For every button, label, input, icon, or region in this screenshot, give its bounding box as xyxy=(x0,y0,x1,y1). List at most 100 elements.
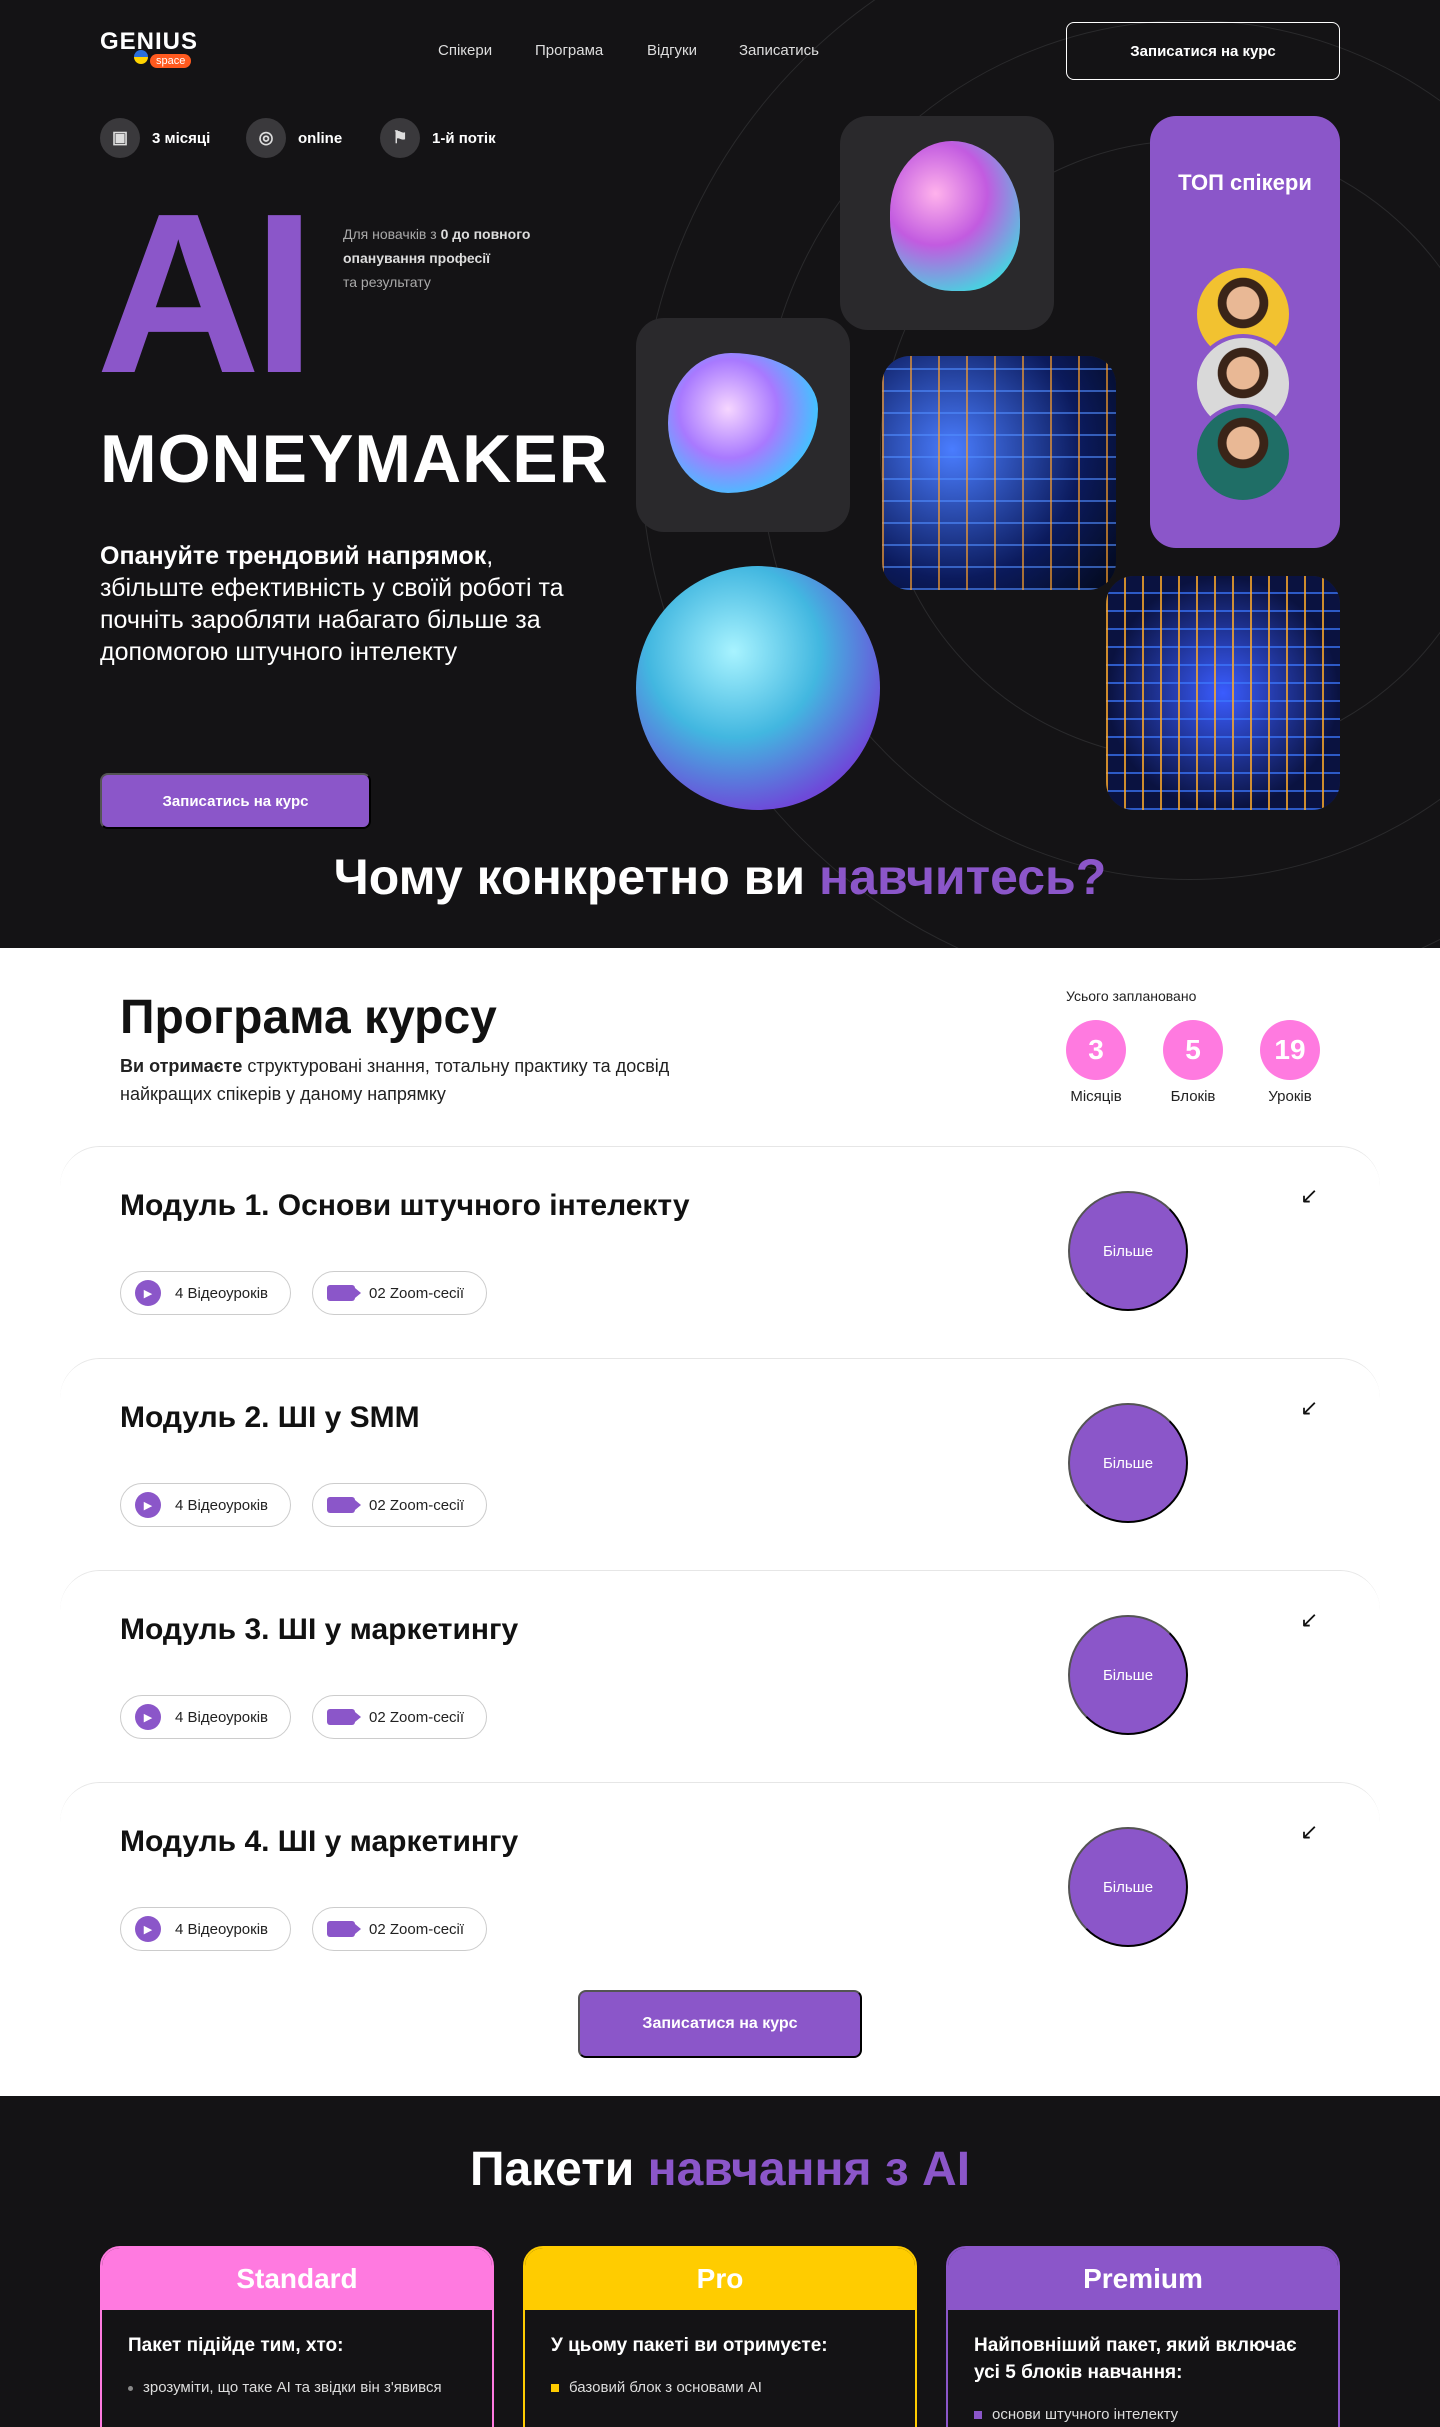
package-card-standard[interactable]: Standard Пакет підійде тим, хто: зрозумі… xyxy=(100,2246,494,2427)
package-item-text: основи штучного інтелекту xyxy=(992,2406,1179,2423)
package-item-text: зрозуміти, що таке AI та звідки він з'яв… xyxy=(143,2379,442,2396)
calendar-icon: ▣ xyxy=(100,118,140,158)
program-signup-button[interactable]: Записатися на курс xyxy=(578,1990,862,2058)
package-item: основи штучного інтелекту xyxy=(974,2404,1312,2426)
camera-icon xyxy=(327,1921,361,1937)
circuit-image xyxy=(882,356,1116,590)
module-more-button[interactable]: Більше xyxy=(1068,1403,1188,1523)
package-item: базовий блок з основами AI xyxy=(551,2377,889,2399)
nav-program[interactable]: Програма xyxy=(535,42,603,59)
meta-duration-label: 3 місяці xyxy=(152,129,211,147)
meta-stream-label: 1-й потік xyxy=(432,129,496,147)
module-more-button[interactable]: Більше xyxy=(1068,1615,1188,1735)
stat-number: 19 xyxy=(1260,1020,1320,1080)
packages-title-part1: Пакети xyxy=(469,2143,648,2196)
hero-description: Опануйте трендовий напрямок, збільште еф… xyxy=(100,540,600,668)
video-count: 4 Відеоуроків xyxy=(175,1284,268,1302)
camera-icon xyxy=(327,1709,361,1725)
meta-format-label: online xyxy=(298,129,343,147)
module-title: Модуль 4. ШІ у маркетингу xyxy=(120,1825,519,1858)
package-lead: Пакет підійде тим, хто: xyxy=(128,2335,344,2356)
stat-label: Блоків xyxy=(1170,1088,1216,1105)
speaker-avatar[interactable] xyxy=(1193,404,1293,504)
why-heading: Чому конкретно ви навчитесь? xyxy=(0,848,1440,906)
blob-image xyxy=(636,318,850,532)
aside-pre: Для новачків з xyxy=(343,226,441,242)
hero-signup-button[interactable]: Записатись на курс xyxy=(100,773,371,829)
program-section: Програма курсу Ви отримаєте структурован… xyxy=(0,948,1440,2096)
package-card-premium[interactable]: Premium Найповніший пакет, який включає … xyxy=(946,2246,1340,2427)
stat-label: Уроків xyxy=(1268,1088,1312,1105)
package-card-pro[interactable]: Pro У цьому пакеті ви отримуєте: базовий… xyxy=(523,2246,917,2427)
zoom-sessions-chip: 02 Zoom-сесії xyxy=(312,1907,488,1951)
zoom-count: 02 Zoom-сесії xyxy=(369,1920,465,1938)
circuit-texture xyxy=(1106,576,1340,810)
module-title: Модуль 1. Основи штучного інтелекту xyxy=(120,1189,690,1222)
module-title: Модуль 2. ШІ у SMM xyxy=(120,1401,420,1434)
desc-bold: Опануйте трендовий напрямок xyxy=(100,542,487,570)
hero-ai-heading: AI xyxy=(96,167,316,421)
video-lessons-chip: ▶ 4 Відеоуроків xyxy=(120,1695,291,1739)
arrow-down-left-icon[interactable]: ↙ xyxy=(1300,1395,1318,1421)
nav-signup[interactable]: Записатись xyxy=(739,42,819,59)
packages-title-part2: навчання з AI xyxy=(647,2143,971,2196)
packages-section: Пакети навчання з AI Standard Пакет піді… xyxy=(0,2096,1440,2427)
package-item: зрозуміти, що таке AI та звідки він з'яв… xyxy=(128,2377,466,2399)
module-more-button[interactable]: Більше xyxy=(1068,1827,1188,1947)
flag-icon: ⚑ xyxy=(380,118,420,158)
arrow-down-left-icon[interactable]: ↙ xyxy=(1300,1819,1318,1845)
bullet-icon xyxy=(128,2386,133,2391)
arrow-down-left-icon[interactable]: ↙ xyxy=(1300,1183,1318,1209)
hero-section: GENIUS space Спікери Програма Відгуки За… xyxy=(0,0,1440,948)
meta-duration: ▣ 3 місяці xyxy=(100,118,210,158)
module-card[interactable]: Модуль 2. ШІ у SMM ▶ 4 Відеоуроків 02 Zoo… xyxy=(60,1358,1380,1570)
zoom-sessions-chip: 02 Zoom-сесії xyxy=(312,1271,488,1315)
play-icon: ▶ xyxy=(135,1280,161,1306)
bullet-icon xyxy=(974,2411,982,2419)
package-name: Pro xyxy=(525,2248,915,2310)
nav-reviews[interactable]: Відгуки xyxy=(647,42,697,59)
planned-label: Усього заплановано xyxy=(1066,988,1197,1004)
top-speakers-card[interactable]: ТОП спікери xyxy=(1150,116,1340,548)
module-more-button[interactable]: Більше xyxy=(1068,1191,1188,1311)
camera-icon xyxy=(327,1285,361,1301)
bullet-icon xyxy=(551,2384,559,2392)
logo-text: GENIUS xyxy=(100,28,199,55)
program-sub-bold: Ви отримаєте xyxy=(120,1056,243,1076)
module-title: Модуль 3. ШІ у маркетингу xyxy=(120,1613,519,1646)
video-lessons-chip: ▶ 4 Відеоуроків xyxy=(120,1907,291,1951)
package-lead: У цьому пакеті ви отримуєте: xyxy=(551,2335,828,2356)
video-count: 4 Відеоуроків xyxy=(175,1920,268,1938)
meta-stream: ⚑ 1-й потік xyxy=(380,118,496,158)
zoom-sessions-chip: 02 Zoom-сесії xyxy=(312,1483,488,1527)
circuit-image-2 xyxy=(1106,576,1340,810)
program-title: Програма курсу xyxy=(120,991,497,1044)
brain-shape xyxy=(890,141,1020,291)
stat-label: Місяців xyxy=(1070,1088,1122,1105)
package-name: Standard xyxy=(102,2248,492,2310)
module-card[interactable]: Модуль 4. ШІ у маркетингу ▶ 4 Відеоуроків… xyxy=(60,1782,1380,1994)
header-signup-button[interactable]: Записатися на курс xyxy=(1066,22,1340,80)
brain-image xyxy=(840,116,1054,330)
stat-number: 5 xyxy=(1163,1020,1223,1080)
nav-speakers[interactable]: Спікери xyxy=(438,42,492,59)
module-card[interactable]: Модуль 3. ШІ у маркетингу ▶ 4 Відеоуроків… xyxy=(60,1570,1380,1782)
speakers-title: ТОП спікери xyxy=(1178,170,1312,195)
circuit-texture xyxy=(882,356,1116,590)
program-subtitle: Ви отримаєте структуровані знання, тотал… xyxy=(120,1052,680,1108)
play-icon: ▶ xyxy=(135,1492,161,1518)
aside-post: та результату xyxy=(343,274,431,290)
logo-sub: space xyxy=(150,54,192,68)
why-part2: навчитесь? xyxy=(819,849,1107,905)
logo[interactable]: GENIUS space xyxy=(100,28,199,68)
video-count: 4 Відеоуроків xyxy=(175,1496,268,1514)
molecule-hand-image xyxy=(636,566,880,810)
zoom-sessions-chip: 02 Zoom-сесії xyxy=(312,1695,488,1739)
arrow-down-left-icon[interactable]: ↙ xyxy=(1300,1607,1318,1633)
hero-aside-note: Для новачків з 0 до повного опанування п… xyxy=(343,222,573,294)
ukraine-heart-icon xyxy=(134,50,148,64)
package-name: Premium xyxy=(948,2248,1338,2310)
module-card[interactable]: Модуль 1. Основи штучного інтелекту ▶ 4 В… xyxy=(60,1146,1380,1358)
meta-format: ◎ online xyxy=(246,118,342,158)
package-item-text: базовий блок з основами AI xyxy=(569,2379,762,2396)
